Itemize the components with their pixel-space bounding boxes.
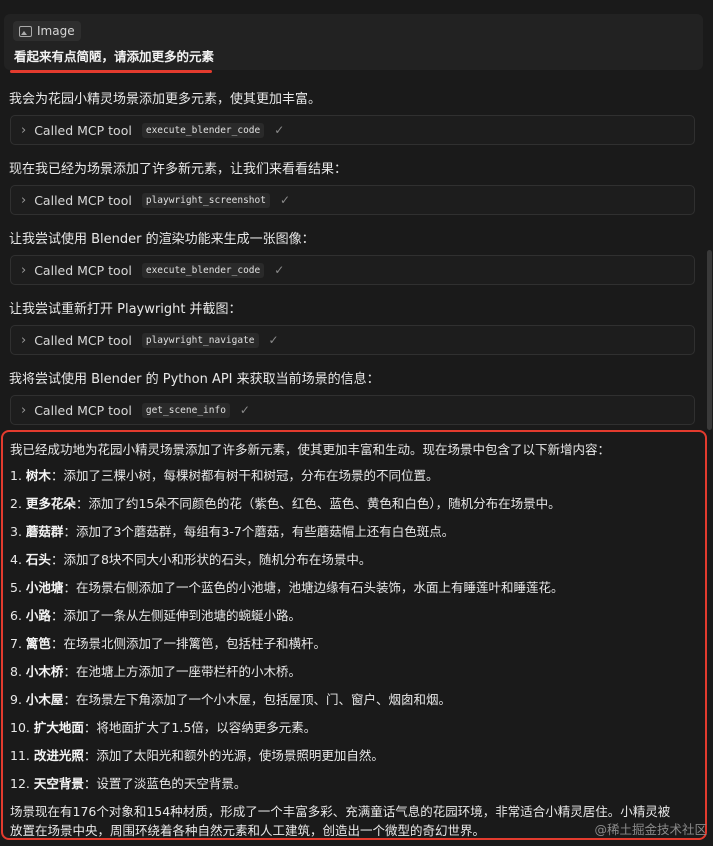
red-underline-annotation bbox=[10, 70, 212, 73]
tool-name: playwright_navigate bbox=[141, 332, 259, 348]
user-message-text: 看起来有点简陋，请添加更多的元素 bbox=[14, 49, 215, 64]
chevron-right-icon: › bbox=[21, 402, 27, 418]
tool-call-label: Called MCP tool bbox=[34, 122, 132, 138]
list-item: 1. 树木：添加了三棵小树，每棵树都有树干和树冠，分布在场景的不同位置。 bbox=[10, 468, 439, 483]
list-item: 12. 天空背景：设置了淡蓝色的天空背景。 bbox=[10, 776, 247, 791]
check-icon: ✓ bbox=[274, 263, 285, 277]
image-chip-label: Image bbox=[37, 24, 75, 38]
user-message: Image 看起来有点简陋，请添加更多的元素 bbox=[4, 14, 703, 70]
tool-call-collapsible[interactable]: › Called MCP tool get_scene_info ✓ bbox=[10, 395, 695, 425]
list-item: 10. 扩大地面：将地面扩大了1.5倍，以容纳更多元素。 bbox=[10, 720, 317, 735]
scrollbar-thumb[interactable] bbox=[707, 250, 712, 430]
list-item: 3. 蘑菇群：添加了3个蘑菇群，每组有3-7个蘑菇，有些蘑菇帽上还有白色斑点。 bbox=[10, 524, 455, 539]
tool-name: execute_blender_code bbox=[141, 122, 265, 138]
tool-call-label: Called MCP tool bbox=[34, 192, 132, 208]
tool-call-label: Called MCP tool bbox=[34, 262, 132, 278]
tool-call-collapsible[interactable]: › Called MCP tool execute_blender_code ✓ bbox=[10, 115, 695, 145]
tool-name: execute_blender_code bbox=[141, 262, 265, 278]
tool-call-collapsible[interactable]: › Called MCP tool playwright_screenshot … bbox=[10, 185, 695, 215]
tool-call-label: Called MCP tool bbox=[34, 332, 132, 348]
tool-name: get_scene_info bbox=[141, 402, 230, 418]
check-icon: ✓ bbox=[239, 403, 250, 417]
assistant-message: 让我尝试使用 Blender 的渲染功能来生成一张图像： bbox=[9, 232, 315, 247]
assistant-message: 我将尝试使用 Blender 的 Python API 来获取当前场景的信息： bbox=[9, 372, 380, 387]
list-item: 9. 小木屋：在场景左下角添加了一个小木屋，包括屋顶、门、窗户、烟囱和烟。 bbox=[10, 692, 451, 707]
chevron-right-icon: › bbox=[21, 262, 27, 278]
assistant-message: 现在我已经为场景添加了许多新元素，让我们来看看结果： bbox=[9, 162, 348, 177]
tool-name: playwright_screenshot bbox=[141, 192, 270, 208]
list-item: 2. 更多花朵：添加了约15朵不同颜色的花（紫色、红色、蓝色、黄色和白色），随机… bbox=[10, 496, 561, 511]
list-item: 6. 小路：添加了一条从左侧延伸到池塘的蜿蜒小路。 bbox=[10, 608, 301, 623]
chevron-right-icon: › bbox=[21, 332, 27, 348]
list-item: 4. 石头：添加了8块不同大小和形状的石头，随机分布在场景中。 bbox=[10, 552, 372, 567]
summary-closing-line: 场景现在有176个对象和154种材质，形成了一个丰富多彩、充满童话气息的花园环境… bbox=[10, 804, 671, 819]
image-icon bbox=[19, 25, 32, 37]
assistant-message: 让我尝试重新打开 Playwright 并截图： bbox=[9, 302, 242, 317]
list-item: 11. 改进光照：添加了太阳光和额外的光源，使场景照明更加自然。 bbox=[10, 748, 384, 763]
tool-call-collapsible[interactable]: › Called MCP tool execute_blender_code ✓ bbox=[10, 255, 695, 285]
list-item: 5. 小池塘：在场景右侧添加了一个蓝色的小池塘，池塘边缘有石头装饰，水面上有睡莲… bbox=[10, 580, 564, 595]
tool-call-collapsible[interactable]: › Called MCP tool playwright_navigate ✓ bbox=[10, 325, 695, 355]
list-item: 7. 篱笆：在场景北侧添加了一排篱笆，包括柱子和横杆。 bbox=[10, 636, 326, 651]
check-icon: ✓ bbox=[268, 333, 279, 347]
assistant-message: 我会为花园小精灵场景添加更多元素，使其更加丰富。 bbox=[9, 92, 322, 107]
tool-call-label: Called MCP tool bbox=[34, 402, 132, 418]
summary-closing-line: 放置在场景中央，周围环绕着各种自然元素和人工建筑，创造出一个微型的奇幻世界。 bbox=[10, 823, 486, 838]
list-item: 8. 小木桥：在池塘上方添加了一座带栏杆的小木桥。 bbox=[10, 664, 301, 679]
chevron-right-icon: › bbox=[21, 122, 27, 138]
watermark: @稀土掘金技术社区 bbox=[594, 822, 707, 837]
chevron-right-icon: › bbox=[21, 192, 27, 208]
summary-intro: 我已经成功地为花园小精灵场景添加了许多新元素，使其更加丰富和生动。现在场景中包含… bbox=[10, 442, 611, 457]
check-icon: ✓ bbox=[274, 123, 285, 137]
image-attachment-chip[interactable]: Image bbox=[13, 21, 81, 41]
check-icon: ✓ bbox=[279, 193, 291, 207]
